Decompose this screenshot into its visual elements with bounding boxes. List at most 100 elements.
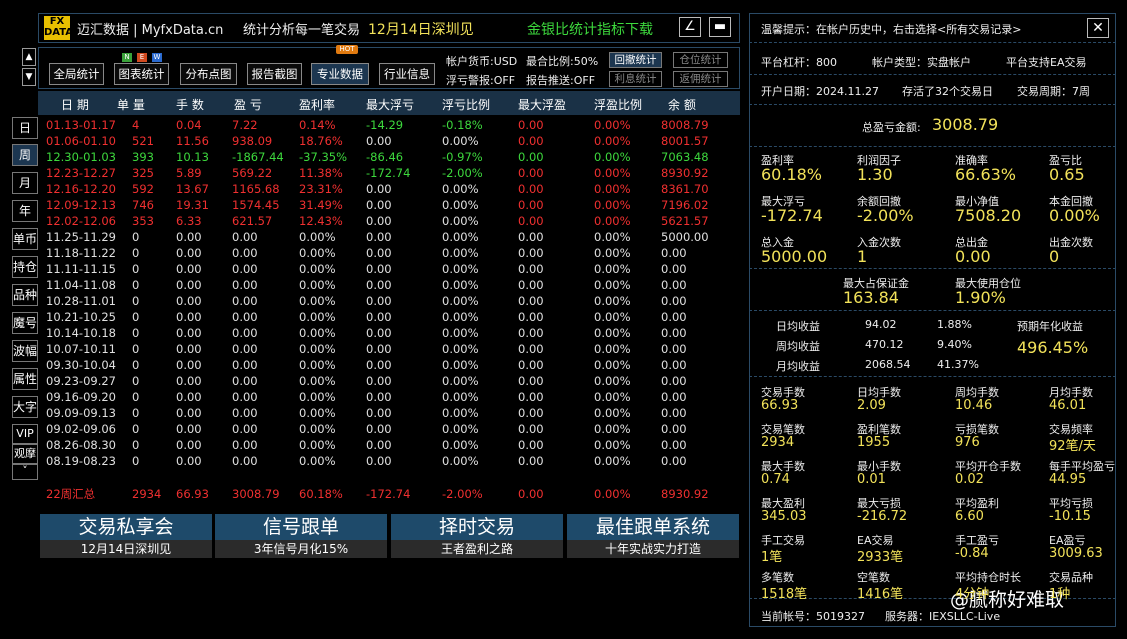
nav-single-currency[interactable]: 单币: [12, 228, 38, 250]
table-row[interactable]: 12.23-12.27 325 5.89 569.22 11.38% -172.74 -2.…: [38, 165, 740, 181]
industry-info-button[interactable]: 行业信息: [379, 63, 435, 85]
trade-cycle: 交易周期：7周: [1017, 85, 1090, 98]
table-row[interactable]: 10.07-10.11 0 0.00 0.00 0.00% 0.00 0.00% 0.00 0.…: [38, 341, 740, 357]
nav-volatility[interactable]: 波幅: [12, 340, 38, 362]
cell-date: 12.23-12.27: [46, 166, 116, 180]
chart-stats-button[interactable]: 图表统计: [114, 63, 169, 85]
table-row[interactable]: 08.19-08.23 0 0.00 0.00 0.00% 0.00 0.00% 0.00 0.…: [38, 453, 740, 469]
stat-value: 1笔: [761, 550, 783, 565]
col-pl[interactable]: 盈 亏: [234, 96, 262, 113]
nav-holding[interactable]: 持仓: [12, 256, 38, 278]
table-row[interactable]: 12.16-12.20 592 13.67 1165.68 23.31% 0.00 0.00…: [38, 181, 740, 197]
cell-profit-rate: 0.00%: [299, 422, 336, 436]
summary-lots: 66.93: [176, 487, 209, 501]
chevron-down-icon[interactable]: ˅: [12, 464, 38, 480]
scroll-down-icon[interactable]: ▼: [22, 68, 36, 86]
nav-year[interactable]: 年: [12, 200, 38, 222]
cell-profit-rate: 0.00%: [299, 342, 336, 356]
pro-data-button[interactable]: 专业数据: [311, 63, 369, 85]
col-max-float-profit[interactable]: 最大浮盈: [518, 96, 566, 113]
cell-lots: 0.00: [176, 294, 202, 308]
stat-value: 1955: [857, 435, 891, 450]
close-icon[interactable]: ✕: [1087, 18, 1109, 38]
rebate-stats-button[interactable]: 返佣统计: [673, 71, 728, 87]
cell-max-float-profit: 0.00: [518, 150, 544, 164]
cell-pl: 0.00: [232, 246, 258, 260]
nav-vip[interactable]: VIP: [12, 424, 38, 444]
table-row[interactable]: 09.02-09.06 0 0.00 0.00 0.00% 0.00 0.00% 0.00 0.…: [38, 421, 740, 437]
interest-stats-button[interactable]: 利息统计: [609, 71, 662, 87]
cell-float-profit-ratio: 0.00%: [594, 310, 631, 324]
table-row[interactable]: 11.25-11.29 0 0.00 0.00 0.00% 0.00 0.00% 0.00 0.…: [38, 229, 740, 245]
cell-balance: 0.00: [661, 438, 687, 452]
table-row[interactable]: 09.09-09.13 0 0.00 0.00 0.00% 0.00 0.00% 0.00 0.…: [38, 405, 740, 421]
col-profit-rate[interactable]: 盈利率: [299, 96, 335, 113]
nav-magic-number[interactable]: 魔号: [12, 312, 38, 334]
col-orders[interactable]: 单 量: [117, 96, 145, 113]
cell-date: 10.21-10.25: [46, 310, 116, 324]
cell-lots: 13.67: [176, 182, 209, 196]
cell-lots: 0.00: [176, 438, 202, 452]
cell-float-loss-ratio: 0.00%: [442, 182, 479, 196]
event-title[interactable]: 12月14日深圳见: [368, 19, 474, 39]
table-row[interactable]: 10.21-10.25 0 0.00 0.00 0.00% 0.00 0.00% 0.00 0.…: [38, 309, 740, 325]
report-screenshot-button[interactable]: 报告截图: [247, 63, 302, 85]
banner-sub-2[interactable]: 3年信号月化15%: [215, 540, 387, 558]
table-row[interactable]: 12.02-12.06 353 6.33 621.57 12.43% 0.00 0.00% 0…: [38, 213, 740, 229]
banner-private-meeting[interactable]: 交易私享会: [40, 514, 212, 540]
position-stats-button[interactable]: 仓位统计: [673, 52, 728, 68]
banner-sub-1[interactable]: 12月14日深圳见: [40, 540, 212, 558]
col-max-float-loss[interactable]: 最大浮亏: [366, 96, 414, 113]
drawdown-stats-button[interactable]: 回撤统计: [609, 52, 662, 68]
collapse-icon[interactable]: ∠: [679, 17, 701, 37]
banner-sub-4[interactable]: 十年实战实力打造: [567, 540, 739, 558]
nav-view[interactable]: 观摩: [12, 444, 38, 464]
banner-best-copy-system[interactable]: 最佳跟单系统: [567, 514, 739, 540]
table-row[interactable]: 11.11-11.15 0 0.00 0.00 0.00% 0.00 0.00% 0.00 0.…: [38, 261, 740, 277]
table-row[interactable]: 10.28-11.01 0 0.00 0.00 0.00% 0.00 0.00% 0.00 0.…: [38, 293, 740, 309]
leverage: 平台杠杆：800: [761, 56, 837, 69]
banner-signal-copy[interactable]: 信号跟单: [215, 514, 387, 540]
table-row[interactable]: 01.06-01.10 521 11.56 938.09 18.76% 0.00 0.00%…: [38, 133, 740, 149]
scroll-up-icon[interactable]: ▲: [22, 48, 36, 66]
nav-symbol[interactable]: 品种: [12, 284, 38, 306]
col-balance[interactable]: 余 额: [668, 96, 696, 113]
table-row[interactable]: 10.14-10.18 0 0.00 0.00 0.00% 0.00 0.00% 0.00 0.…: [38, 325, 740, 341]
cell-pl: 0.00: [232, 278, 258, 292]
cell-float-profit-ratio: 0.00%: [594, 358, 631, 372]
stat-value: 2934: [761, 435, 795, 450]
distribution-button[interactable]: 分布点图: [180, 63, 237, 85]
col-float-profit-ratio[interactable]: 浮盈比例: [594, 96, 642, 113]
stat-value: 0.00: [955, 247, 991, 266]
col-float-loss-ratio[interactable]: 浮亏比例: [442, 96, 490, 113]
table-row[interactable]: 12.30-01.03 393 10.13 -1867.44 -37.35% -86.46…: [38, 149, 740, 165]
global-stats-button[interactable]: 全局统计: [49, 63, 104, 85]
cell-lots: 11.56: [176, 134, 209, 148]
nav-large-font[interactable]: 大字: [12, 396, 38, 418]
nav-day[interactable]: 日: [12, 117, 38, 139]
banner-timing-trade[interactable]: 择时交易: [391, 514, 563, 540]
download-link[interactable]: 金银比统计指标下载: [527, 19, 653, 39]
table-row[interactable]: 11.04-11.08 0 0.00 0.00 0.00% 0.00 0.00% 0.00 0.…: [38, 277, 740, 293]
table-row[interactable]: 09.16-09.20 0 0.00 0.00 0.00% 0.00 0.00% 0.00 0.…: [38, 389, 740, 405]
table-row[interactable]: 09.23-09.27 0 0.00 0.00 0.00% 0.00 0.00% 0.00 0.…: [38, 373, 740, 389]
nav-month[interactable]: 月: [12, 172, 38, 194]
nav-week[interactable]: 周: [12, 144, 38, 166]
table-row[interactable]: 08.26-08.30 0 0.00 0.00 0.00% 0.00 0.00% 0.00 0.…: [38, 437, 740, 453]
monthly-avg-pct: 41.37%: [937, 358, 979, 371]
weekly-avg-label: 周均收益: [776, 340, 820, 353]
col-date[interactable]: 日 期: [61, 96, 89, 113]
summary-float-loss-ratio: -2.00%: [442, 487, 483, 501]
col-lots[interactable]: 手 数: [176, 96, 204, 113]
table-row[interactable]: 01.13-01.17 4 0.04 7.22 0.14% -14.29 -0.18% 0.0…: [38, 117, 740, 133]
annual-value: 496.45%: [1017, 338, 1089, 357]
table-row[interactable]: 09.30-10.04 0 0.00 0.00 0.00% 0.00 0.00% 0.00 0.…: [38, 357, 740, 373]
table-row[interactable]: 12.09-12.13 746 19.31 1574.45 31.49% 0.00 0.00…: [38, 197, 740, 213]
table-row[interactable]: 11.18-11.22 0 0.00 0.00 0.00% 0.00 0.00% 0.00 0.…: [38, 245, 740, 261]
menu-icon[interactable]: ▬: [709, 17, 731, 37]
banner-sub-3[interactable]: 王者盈利之路: [391, 540, 563, 558]
nav-attribute[interactable]: 属性: [12, 368, 38, 390]
stat-value: 0: [1049, 247, 1060, 266]
cell-profit-rate: 0.14%: [299, 118, 336, 132]
cell-balance: 0.00: [661, 310, 687, 324]
